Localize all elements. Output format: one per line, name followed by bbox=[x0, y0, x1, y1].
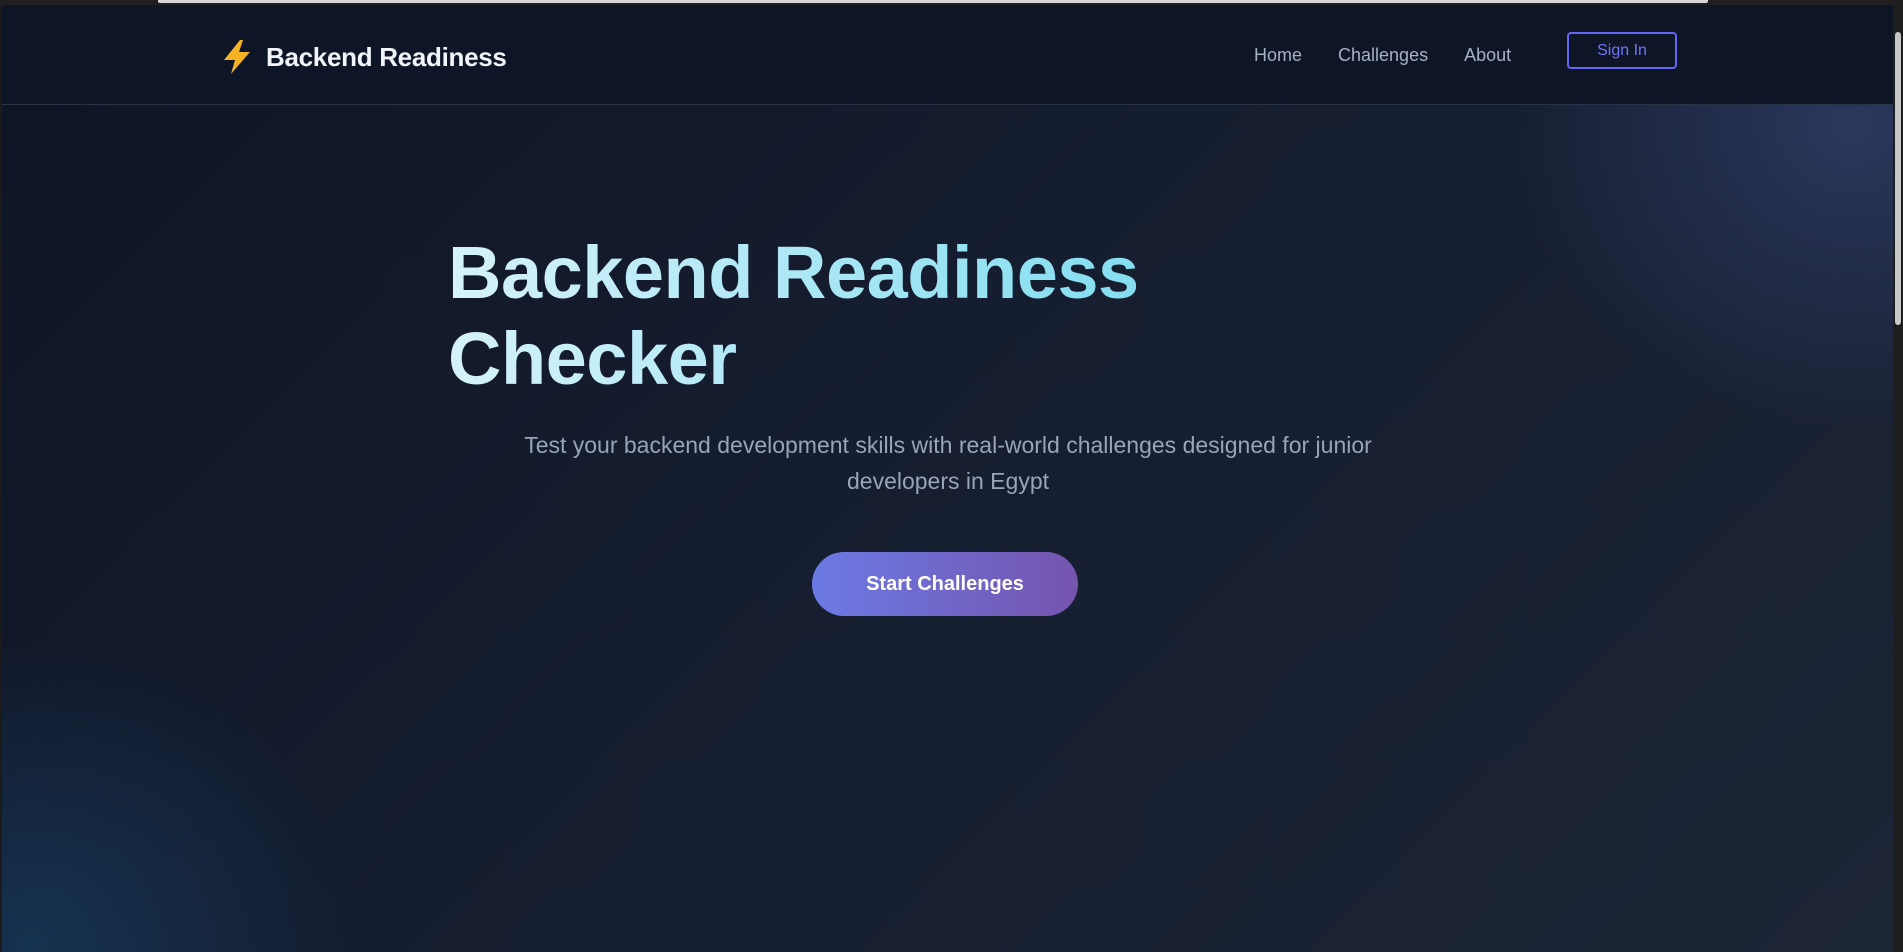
hero-subtitle-line-1: Test your backend development skills wit… bbox=[524, 432, 1372, 458]
sign-in-button[interactable]: Sign In bbox=[1567, 32, 1677, 69]
page-viewport: Backend Readiness Home Challenges About … bbox=[2, 5, 1895, 952]
nav-links: Home Challenges About bbox=[1254, 45, 1511, 66]
page-scrollbar[interactable] bbox=[1893, 5, 1903, 952]
nav-link-about[interactable]: About bbox=[1464, 45, 1511, 66]
nav-link-home[interactable]: Home bbox=[1254, 45, 1302, 66]
hero-subtitle: Test your backend development skills wit… bbox=[442, 427, 1454, 499]
nav-link-challenges[interactable]: Challenges bbox=[1338, 45, 1428, 66]
hero-subtitle-line-2: developers in Egypt bbox=[846, 468, 1049, 494]
start-challenges-button[interactable]: Start Challenges bbox=[812, 552, 1078, 616]
hero-title: Backend Readiness Checker bbox=[448, 230, 1448, 402]
navbar: Backend Readiness Home Challenges About … bbox=[2, 5, 1895, 105]
browser-tab-strip bbox=[158, 0, 1708, 3]
hero-title-line-1: Backend Readiness bbox=[448, 231, 1139, 314]
scrollbar-thumb[interactable] bbox=[1895, 32, 1901, 325]
brand-name: Backend Readiness bbox=[266, 41, 507, 72]
lightning-bolt-icon bbox=[220, 39, 254, 75]
brand[interactable]: Backend Readiness bbox=[220, 37, 507, 77]
hero-title-line-2: Checker bbox=[448, 317, 737, 400]
